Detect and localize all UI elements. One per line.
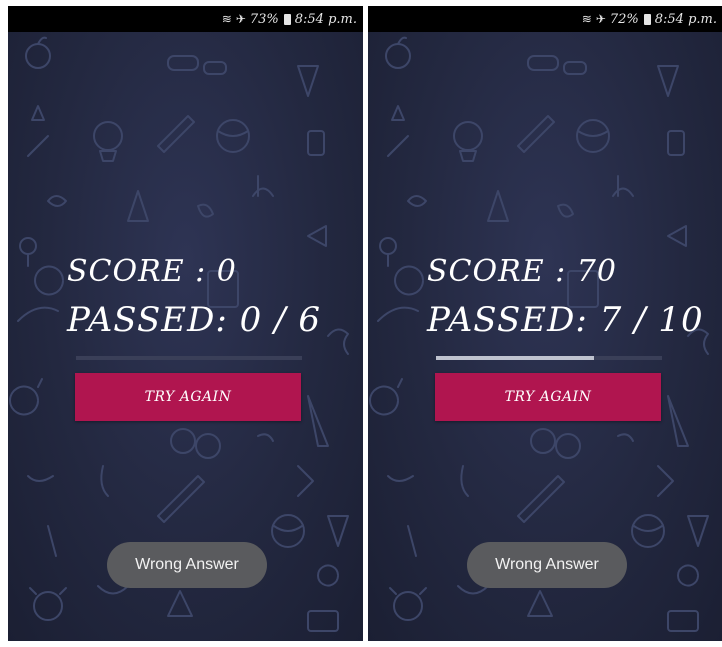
airplane-icon: ✈	[235, 12, 246, 26]
status-bar: ≋ ✈ 73% 8:54 p.m.	[8, 6, 363, 32]
status-time: 8:54 p.m.	[654, 11, 717, 27]
status-time: 8:54 p.m.	[294, 11, 357, 27]
progress-bar	[76, 356, 302, 360]
battery-percent: 73%	[249, 11, 279, 27]
battery-icon	[283, 13, 291, 25]
phone-screen-left: ≋ ✈ 73% 8:54 p.m. SCORE : 0 PASSED: 0 / …	[8, 6, 363, 641]
progress-fill	[436, 356, 595, 360]
wrong-answer-toast: Wrong Answer	[107, 542, 267, 588]
battery-icon	[643, 13, 651, 25]
screenshot-canvas: ≋ ✈ 73% 8:54 p.m. SCORE : 0 PASSED: 0 / …	[0, 0, 722, 647]
passed-label: PASSED: 7 / 10	[427, 300, 704, 340]
phone-screen-right: ≋ ✈ 72% 8:54 p.m. SCORE : 70 PASSED: 7 /…	[368, 6, 722, 641]
wrong-answer-toast: Wrong Answer	[467, 542, 627, 588]
airplane-icon: ✈	[595, 12, 606, 26]
wifi-icon: ≋	[581, 12, 592, 26]
progress-bar	[436, 356, 662, 360]
passed-label: PASSED: 0 / 6	[67, 300, 321, 340]
try-again-button[interactable]: TRY AGAIN	[435, 373, 661, 421]
battery-percent: 72%	[609, 11, 639, 27]
score-label: SCORE : 0	[67, 254, 237, 289]
score-label: SCORE : 70	[427, 254, 617, 289]
wifi-icon: ≋	[221, 12, 232, 26]
try-again-button[interactable]: TRY AGAIN	[75, 373, 301, 421]
status-bar: ≋ ✈ 72% 8:54 p.m.	[368, 6, 722, 32]
